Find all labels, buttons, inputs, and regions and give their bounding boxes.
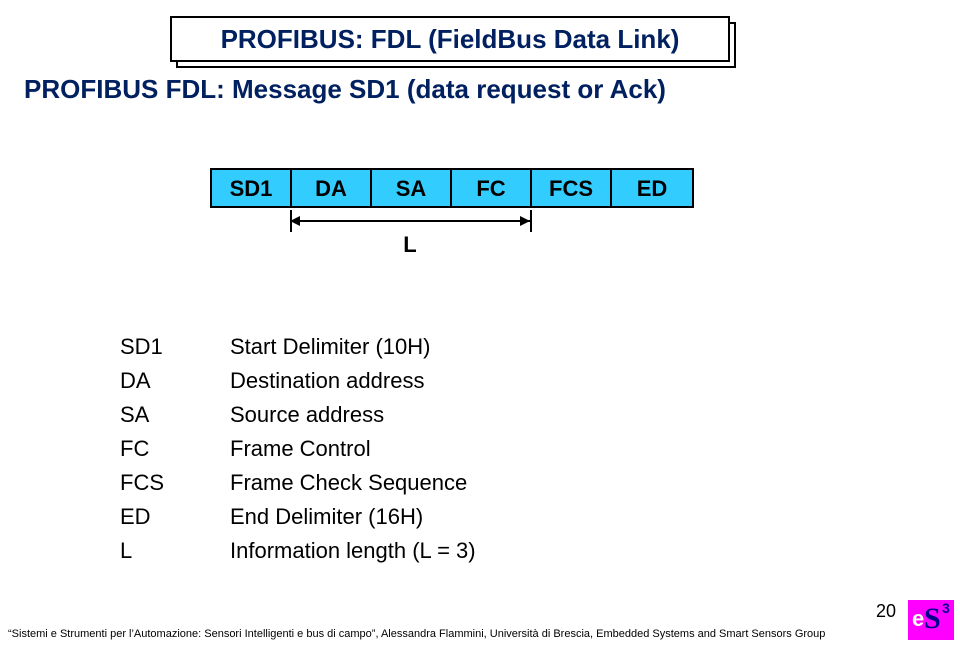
slide-subtitle: PROFIBUS FDL: Message SD1 (data request … [24, 74, 666, 105]
page-number: 20 [876, 601, 896, 622]
logo-superscript-3: 3 [942, 600, 950, 616]
def-row: DADestination address [120, 364, 476, 398]
def-row: FCSFrame Check Sequence [120, 466, 476, 500]
def-key: ED [120, 500, 230, 534]
def-val: Destination address [230, 364, 424, 398]
def-val: Source address [230, 398, 384, 432]
field-fc: FC [452, 170, 532, 206]
logo-letter-s: S [924, 602, 941, 636]
def-val: Information length (L = 3) [230, 534, 476, 568]
field-sa: SA [372, 170, 452, 206]
es3-logo: e S 3 [908, 600, 954, 640]
field-fcs: FCS [532, 170, 612, 206]
def-val: Frame Check Sequence [230, 466, 467, 500]
definitions-list: SD1Start Delimiter (10H) DADestination a… [120, 330, 476, 568]
dimension-tick-right [530, 210, 532, 232]
frame-fields-table: SD1 DA SA FC FCS ED [210, 168, 694, 208]
field-da: DA [292, 170, 372, 206]
field-sd1: SD1 [212, 170, 292, 206]
def-row: LInformation length (L = 3) [120, 534, 476, 568]
def-row: SD1Start Delimiter (10H) [120, 330, 476, 364]
def-key: FC [120, 432, 230, 466]
title-box: PROFIBUS: FDL (FieldBus Data Link) [170, 16, 730, 62]
length-dimension: L [290, 208, 530, 250]
def-row: FCFrame Control [120, 432, 476, 466]
logo-letter-e: e [912, 606, 924, 632]
slide-title: PROFIBUS: FDL (FieldBus Data Link) [221, 24, 680, 54]
def-val: Start Delimiter (10H) [230, 330, 430, 364]
slide: PROFIBUS: FDL (FieldBus Data Link) PROFI… [0, 0, 960, 646]
def-val: Frame Control [230, 432, 371, 466]
field-ed: ED [612, 170, 692, 206]
def-key: L [120, 534, 230, 568]
def-val: End Delimiter (16H) [230, 500, 423, 534]
dimension-arrow [290, 220, 530, 222]
def-row: EDEnd Delimiter (16H) [120, 500, 476, 534]
def-key: SA [120, 398, 230, 432]
def-key: FCS [120, 466, 230, 500]
footer-citation: “Sistemi e Strumenti per l’Automazione: … [8, 628, 900, 640]
def-key: DA [120, 364, 230, 398]
dimension-label: L [290, 232, 530, 258]
def-key: SD1 [120, 330, 230, 364]
def-row: SASource address [120, 398, 476, 432]
